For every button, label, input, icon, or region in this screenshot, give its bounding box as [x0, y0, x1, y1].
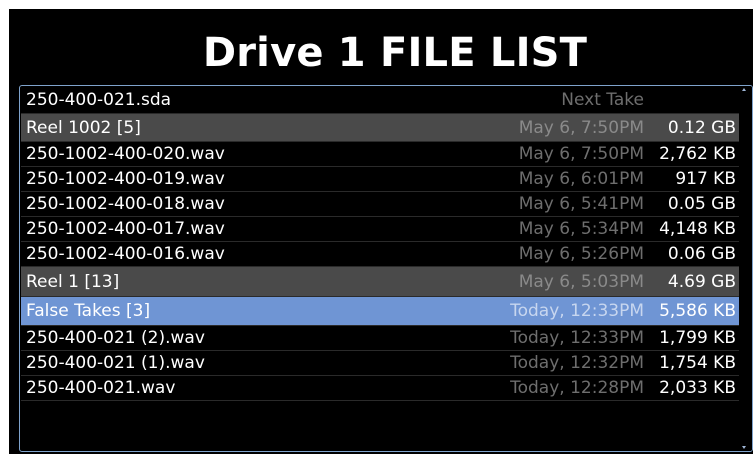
row-name: 250-400-021 (2).wav	[26, 328, 205, 348]
file-row[interactable]: 250-1002-400-018.wav May 6, 5:41PM 0.05 GB	[21, 192, 739, 217]
row-date: Next Take	[561, 90, 644, 110]
folder-row[interactable]: Reel 1002 [5] May 6, 7:50PM 0.12 GB	[21, 114, 739, 142]
row-date: May 6, 5:26PM	[518, 244, 644, 264]
scroll-down-icon[interactable]	[742, 446, 746, 449]
row-name: 250-1002-400-018.wav	[26, 194, 225, 214]
row-date: May 6, 5:41PM	[518, 194, 644, 214]
file-row[interactable]: 250-1002-400-016.wav May 6, 5:26PM 0.06 GB	[21, 242, 739, 267]
file-row[interactable]: 250-400-021.wav Today, 12:28PM 2,033 KB	[21, 376, 739, 401]
row-date: May 6, 7:50PM	[518, 144, 644, 164]
row-size: 917 KB	[675, 169, 736, 189]
row-name: 250-1002-400-020.wav	[26, 144, 225, 164]
file-row[interactable]: 250-400-021.sda Next Take	[21, 86, 739, 114]
row-name: 250-400-021.sda	[26, 90, 172, 110]
row-size: 2,762 KB	[659, 144, 736, 164]
file-row[interactable]: 250-1002-400-020.wav May 6, 7:50PM 2,762 K…	[21, 142, 739, 167]
row-date: May 6, 5:03PM	[518, 272, 644, 292]
row-date: May 6, 6:01PM	[518, 169, 644, 189]
row-size: 0.05 GB	[667, 194, 736, 214]
row-size: 2,033 KB	[659, 378, 736, 398]
row-date: Today, 12:32PM	[510, 353, 644, 373]
scroll-up-icon[interactable]	[742, 88, 746, 91]
selected-folder-row[interactable]: False Takes [3] Today, 12:33PM 5,586 KB	[21, 297, 739, 326]
row-size: 4,148 KB	[659, 219, 736, 239]
row-size: 0.06 GB	[667, 244, 736, 264]
row-name: 250-400-021 (1).wav	[26, 353, 205, 373]
row-name: False Takes [3]	[26, 301, 151, 321]
row-name: 250-1002-400-017.wav	[26, 219, 225, 239]
row-name: Reel 1002 [5]	[26, 118, 141, 138]
file-row[interactable]: 250-400-021 (2).wav Today, 12:33PM 1,799 K…	[21, 326, 739, 351]
row-size: 1,799 KB	[659, 328, 736, 348]
folder-row[interactable]: Reel 1 [13] May 6, 5:03PM 4.69 GB	[21, 267, 739, 297]
file-row[interactable]: 250-1002-400-017.wav May 6, 5:34PM 4,148 K…	[21, 217, 739, 242]
row-size: 4.69 GB	[667, 272, 736, 292]
row-date: May 6, 5:34PM	[518, 219, 644, 239]
row-name: 250-1002-400-016.wav	[26, 244, 225, 264]
row-date: May 6, 7:50PM	[518, 118, 644, 138]
file-list-panel: 250-400-021.sda Next Take Reel 1002 [5] May…	[19, 85, 753, 452]
scrollbar[interactable]	[741, 86, 752, 451]
row-name: 250-400-021.wav	[26, 378, 176, 398]
file-row[interactable]: 250-400-021 (1).wav Today, 12:32PM 1,754 K…	[21, 351, 739, 376]
file-list-screen: Drive 1 FILE LIST 250-400-021.sda Next Ta…	[9, 9, 753, 454]
row-date: Today, 12:33PM	[510, 328, 644, 348]
row-name: Reel 1 [13]	[26, 272, 120, 292]
row-date: Today, 12:28PM	[510, 378, 644, 398]
row-size: 1,754 KB	[659, 353, 736, 373]
page-title: Drive 1 FILE LIST	[202, 30, 588, 76]
row-size: 5,586 KB	[659, 301, 736, 321]
file-row[interactable]: 250-1002-400-019.wav May 6, 6:01PM 917 KB	[21, 167, 739, 192]
row-date: Today, 12:33PM	[510, 301, 644, 321]
row-name: 250-1002-400-019.wav	[26, 169, 225, 189]
row-size: 0.12 GB	[667, 118, 736, 138]
